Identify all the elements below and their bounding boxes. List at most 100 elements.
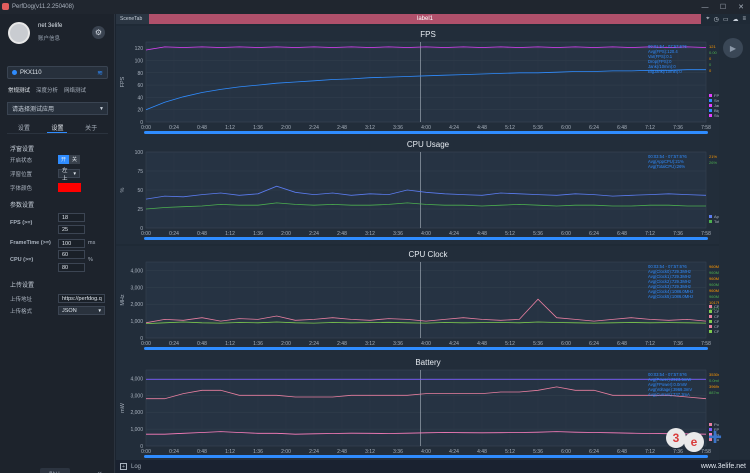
x-tick-label: 5:12: [505, 341, 515, 347]
maximize-button[interactable]: ☐: [714, 0, 732, 14]
x-tick-label: 2:24: [309, 341, 319, 347]
cloud-icon[interactable]: ☁: [732, 16, 738, 23]
legend-swatch: [709, 94, 712, 97]
x-tick-label: 0:00: [141, 449, 151, 455]
cpu-label: CPU (>=): [10, 257, 34, 263]
y-tick-label: 100: [135, 58, 144, 64]
x-tick-label: 6:00: [561, 231, 571, 237]
play-control-icon[interactable]: ▶: [723, 38, 743, 58]
cpu-unit: %: [88, 257, 93, 263]
title-bar: PerfDog(v11.2.250408) — ☐ ✕: [0, 0, 750, 14]
legend-swatch: [709, 109, 712, 112]
settings-gear-icon[interactable]: ⚙: [92, 26, 105, 39]
watermark-text: www.3elife.net: [700, 463, 746, 470]
y-tick-label: 25: [137, 207, 143, 213]
x-tick-label: 2:00: [281, 341, 291, 347]
y-axis-label: FPS: [120, 76, 126, 87]
x-tick-label: 4:24: [449, 341, 459, 347]
chevron-down-icon: ▼: [97, 308, 102, 313]
y-tick-label: 4,000: [130, 268, 143, 274]
x-tick-label: 4:00: [421, 341, 431, 347]
legend-swatch: [709, 315, 712, 318]
y-tick-label: 60: [137, 83, 143, 89]
y-tick-label: 20: [137, 108, 143, 114]
device-selector[interactable]: PKX110 ≋: [7, 66, 108, 79]
cpu-threshold-input-1[interactable]: 60: [58, 250, 85, 259]
x-tick-label: 7:12: [645, 341, 655, 347]
x-tick-label: 0:24: [169, 125, 179, 131]
x-tick-label: 0:00: [141, 231, 151, 237]
cpu-threshold-input-2[interactable]: 80: [58, 263, 85, 272]
watermark-logo-icon-2: e: [684, 432, 704, 452]
x-tick-label: 1:12: [225, 231, 235, 237]
chevron-down-icon: ▼: [72, 171, 77, 176]
collapse-sidebar-icon[interactable]: «: [97, 468, 102, 473]
account-info-link[interactable]: 账户信息: [38, 34, 60, 42]
bottom-bar: + Log: [116, 460, 750, 473]
mode-deep[interactable]: 深度分析: [35, 84, 59, 96]
frametime-input[interactable]: 100: [58, 239, 85, 248]
float-position-select[interactable]: 左上 ▼: [58, 168, 80, 182]
mode-network[interactable]: 网络测试: [63, 84, 87, 96]
upload-format-select[interactable]: JSON ▼: [58, 306, 105, 315]
x-tick-label: 2:24: [309, 125, 319, 131]
avatar[interactable]: [8, 22, 30, 44]
x-tick-label: 4:24: [449, 125, 459, 131]
x-tick-label: 7:12: [645, 125, 655, 131]
x-tick-label: 4:00: [421, 125, 431, 131]
y-tick-label: 3,000: [130, 285, 143, 291]
x-tick-label: 6:48: [617, 341, 627, 347]
x-tick-label: 0:00: [141, 341, 151, 347]
x-tick-label: 0:24: [169, 231, 179, 237]
close-button[interactable]: ✕: [732, 0, 750, 14]
x-tick-label: 3:36: [393, 231, 403, 237]
x-tick-label: 1:36: [253, 231, 263, 237]
x-tick-label: 1:12: [225, 341, 235, 347]
upload-addr-input[interactable]: https://perfdog.q: [58, 294, 105, 303]
x-tick-label: 7:58: [701, 231, 711, 237]
toggle-on[interactable]: 开: [58, 155, 69, 164]
app-select-dropdown[interactable]: 请选择测试应用 ▼: [7, 102, 108, 115]
y-tick-label: 4,000: [130, 376, 143, 382]
fps-threshold-input-1[interactable]: 18: [58, 213, 85, 222]
legend-value: 121: [709, 44, 716, 49]
y-tick-label: 1,000: [130, 319, 143, 325]
x-tick-label: 5:12: [505, 231, 515, 237]
float-toggle[interactable]: 开 关: [58, 155, 80, 164]
tab-settings-1[interactable]: 设置: [14, 122, 34, 133]
x-tick-label: 4:24: [449, 231, 459, 237]
folder-icon[interactable]: ▭: [723, 16, 729, 23]
x-tick-label: 7:36: [673, 125, 683, 131]
legend-value: 960MHz: [709, 276, 719, 281]
timeline-scrollbar: [144, 131, 708, 134]
y-tick-label: 2,000: [130, 302, 143, 308]
toggle-off[interactable]: 关: [69, 155, 80, 164]
chart-side-panel: ▶: [719, 24, 750, 459]
mode-normal[interactable]: 常规测试: [7, 84, 31, 96]
tab-about[interactable]: 关于: [81, 122, 101, 133]
default-button[interactable]: 默认: [40, 468, 70, 473]
fps-threshold-input-2[interactable]: 25: [58, 225, 85, 234]
x-tick-label: 5:36: [533, 125, 543, 131]
menu-icon[interactable]: ≡: [742, 16, 746, 22]
x-tick-label: 4:48: [477, 125, 487, 131]
x-tick-label: 0:24: [169, 449, 179, 455]
log-button[interactable]: Log: [131, 464, 141, 470]
x-tick-label: 5:36: [533, 231, 543, 237]
y-tick-label: 50: [137, 188, 143, 194]
frametime-unit: ms: [88, 240, 96, 246]
y-tick-label: 2,000: [130, 410, 143, 416]
charts-area: FPSFPS0204060801001200:00 0:24 0:48 1:12 1:3…: [116, 26, 719, 460]
add-icon[interactable]: +: [120, 463, 127, 470]
font-color-swatch[interactable]: [58, 183, 81, 192]
minimize-button[interactable]: —: [696, 0, 714, 14]
wifi-icon: ≋: [97, 69, 103, 77]
legend-value: 887mA: [709, 390, 719, 395]
x-tick-label: 2:48: [337, 341, 347, 347]
font-color-label: 字体颜色: [10, 186, 33, 192]
y-tick-label: 3,000: [130, 393, 143, 399]
x-tick-label: 7:12: [645, 449, 655, 455]
watermark-logo-icon: 3: [666, 428, 686, 448]
tab-settings-2[interactable]: 设置: [47, 122, 68, 133]
legend-swatch: [709, 215, 712, 218]
